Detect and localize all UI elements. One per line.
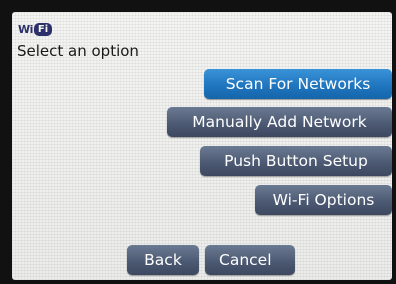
scan-for-networks-button[interactable]: Scan For Networks: [204, 69, 392, 99]
push-button-setup-button[interactable]: Push Button Setup: [200, 146, 392, 176]
wifi-options-button[interactable]: Wi-Fi Options: [255, 185, 392, 215]
wifi-setup-screen: Wi Fi Select an option Scan For Networks…: [12, 12, 392, 280]
back-button[interactable]: Back: [127, 245, 199, 275]
manually-add-network-button[interactable]: Manually Add Network: [167, 107, 392, 137]
wifi-logo-fi: Fi: [33, 22, 53, 36]
wifi-logo-wi: Wi: [18, 22, 33, 36]
cancel-button[interactable]: Cancel: [205, 245, 295, 275]
page-title: Select an option: [17, 42, 139, 60]
device-bezel: Wi Fi Select an option Scan For Networks…: [0, 0, 396, 284]
wifi-logo: Wi Fi: [18, 20, 53, 38]
